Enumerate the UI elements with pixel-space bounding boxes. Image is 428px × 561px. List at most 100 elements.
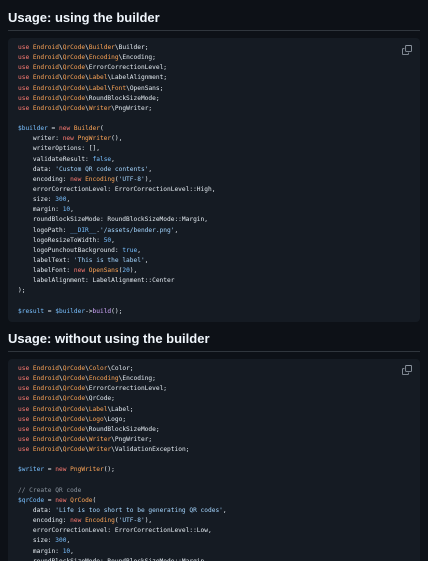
code-token: Label [88,405,108,413]
code-line: encoding: new Encoding('UTF-8'), [18,175,215,185]
heading-divider [8,351,420,352]
code-token: = [44,307,56,315]
code-token: data: [18,165,56,173]
copy-code-button[interactable] [402,365,412,375]
code-token: Writer [88,435,112,443]
code-line: use Endroid\QrCode\Writer\ValidationExce… [18,445,227,455]
code-token: new [62,135,78,143]
code-token: QrCode [62,415,86,423]
code-token: , [111,236,115,244]
code-line: labelText: 'This is the label', [18,256,215,266]
code-token: margin: [18,206,63,214]
code-line: use Endroid\QrCode\Encoding\Encoding; [18,374,227,384]
code-line: encoding: new Encoding('UTF-8'), [18,516,227,526]
code-token: Endroid [32,425,59,433]
code-token: use [18,385,33,393]
code-token: , [148,165,153,173]
code-token: Color [88,365,108,372]
code-token: $qrCode [18,496,45,504]
code-token: = [44,466,56,474]
code-token: Endroid [32,64,59,72]
code-token: Builder [73,125,100,133]
code-token: PngWriter [77,135,112,143]
code-token: // Create QR code [18,486,82,494]
code-line: $result = $builder->build(); [18,307,215,317]
code-token: Writer [88,446,112,454]
code-token: , [222,506,227,514]
code-token: Endroid [32,415,59,423]
code-token: use [18,64,33,72]
code-token: \LabelAlignment; [107,74,168,82]
code-token: QrCode [62,74,86,82]
code-line: use Endroid\QrCode\ErrorCorrectionLevel; [18,384,227,394]
code-token: 300 [55,537,67,545]
code-line: use Endroid\QrCode\RoundBlockSizeMode; [18,94,215,104]
code-token: , [174,226,179,234]
code-line: errorCorrectionLevel: ErrorCorrectionLev… [18,526,227,536]
code-token: , [70,206,74,214]
code-token: QrCode [62,425,86,433]
code-token: size: [18,196,56,204]
code-token: Endroid [32,365,59,372]
code-line: use Endroid\QrCode\Color\Color; [18,364,227,374]
code-token: \Label; [107,405,134,413]
code-token: new [70,517,86,525]
code-token: logoPath: [18,226,71,234]
code-line: ); [18,286,215,296]
code-block-builder: use Endroid\QrCode\Builder\Builder; use E… [8,38,420,322]
code-token: $builder [18,125,48,133]
code-line: writer: new PngWriter(), [18,134,215,144]
code-token: use [18,435,33,443]
code-token: -> [85,307,93,315]
code-token: $result [18,307,45,315]
code-token: size: [18,537,56,545]
code-token: new [59,125,74,133]
code-token: Logo [88,415,104,423]
code-token: \RoundBlockSizeMode; [85,425,160,433]
code-token: logoResizeToWidth: [18,236,104,244]
code-block-no-builder: use Endroid\QrCode\Color\Color; use Endro… [8,359,420,561]
code-token: QrCode [62,104,86,112]
code-token: ), [129,267,138,275]
code-content: use Endroid\QrCode\Color\Color; use Endro… [18,364,227,561]
code-token: QrCode [62,54,86,62]
code-token: new [73,267,89,275]
code-token: Encoding [85,517,115,525]
code-token: 300 [55,196,67,204]
copy-code-button[interactable] [402,45,412,55]
code-line: errorCorrectionLevel: ErrorCorrectionLev… [18,185,216,195]
code-token: \Encoding; [118,375,156,383]
code-token: ( [99,125,104,133]
code-token: QrCode [62,94,86,102]
code-token: QrCode [62,405,86,413]
heading-divider [8,30,420,31]
code-token: Label [88,74,108,82]
code-token: Endroid [32,385,59,393]
code-token: QrCode [62,44,86,51]
code-line: // Create QR code [18,486,227,496]
code-token: labelText: [18,256,74,264]
code-token: $builder [55,307,86,315]
code-token: (), [111,135,123,143]
code-token: use [18,375,33,383]
code-line: use Endroid\QrCode\Label\Font\OpenSans; [18,84,215,94]
code-token: roundBlockSizeMode: RoundBlockSizeMode::… [18,216,208,224]
code-token: \Encoding; [118,54,156,62]
code-token: '/assets/bender.png' [99,226,175,234]
copy-icon [402,365,412,375]
code-token: ); [18,287,26,295]
code-token: QrCode [62,365,86,372]
code-line: use Endroid\QrCode\RoundBlockSizeMode; [18,425,227,435]
code-token: ( [92,496,97,504]
code-line: data: 'Custom QR code contents', [18,165,215,175]
code-token: \ErrorCorrectionLevel; [85,64,168,72]
code-token: \OpenSans; [126,84,164,92]
code-token: data: [18,506,56,514]
code-token: \PngWriter; [111,435,153,443]
code-token: Endroid [32,395,59,403]
code-token: , [66,537,71,545]
code-token: 'This is the label' [73,256,145,264]
code-token: Encoding [88,54,119,62]
code-token: labelAlignment: LabelAlignment::Center [18,277,175,285]
